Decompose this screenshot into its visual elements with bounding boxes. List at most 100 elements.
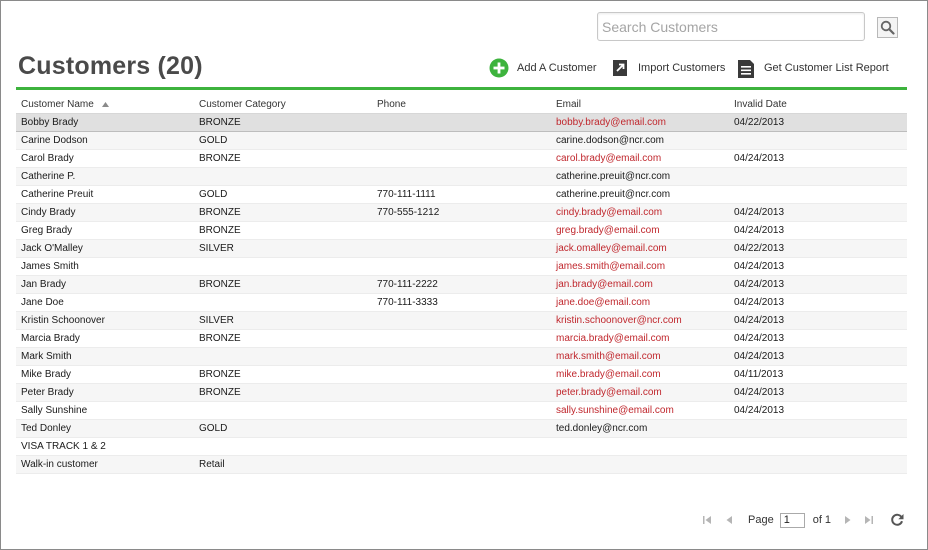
customer-name-cell: Catherine Preuit	[16, 185, 194, 204]
next-page-button[interactable]	[844, 515, 852, 525]
column-header-customer-category[interactable]: Customer Category	[194, 96, 372, 114]
email-cell: greg.brady@email.com	[551, 221, 729, 240]
customer-category-cell: GOLD	[194, 185, 372, 204]
first-page-button[interactable]	[702, 515, 712, 525]
phone-cell	[372, 167, 551, 186]
customer-category-cell: Retail	[194, 455, 372, 474]
invalid-date-cell: 04/22/2013	[729, 239, 907, 258]
invalid-date-cell: 04/24/2013	[729, 383, 907, 402]
customers-window: Customers (20) Add A Customer Import Cus…	[0, 0, 928, 550]
customer-category-cell	[194, 401, 372, 420]
phone-cell	[372, 329, 551, 348]
page-label: Page	[748, 514, 774, 526]
email-cell: marcia.brady@email.com	[551, 329, 729, 348]
customer-name-cell: VISA TRACK 1 & 2	[16, 437, 194, 456]
customer-category-cell: GOLD	[194, 419, 372, 438]
page-count-label: of 1	[812, 514, 832, 526]
customer-category-cell: BRONZE	[194, 329, 372, 348]
search-icon	[880, 20, 895, 35]
table-row[interactable]: Catherine Preuit GOLD 770-111-1111 catherin…	[16, 185, 907, 204]
page-title: Customers (20)	[18, 52, 203, 80]
table-row[interactable]: Jane Doe 770-111-3333 jane.doe@email.com 04…	[16, 293, 907, 312]
refresh-button[interactable]	[890, 513, 904, 527]
customer-name-cell: Jane Doe	[16, 293, 194, 312]
search-input[interactable]	[597, 12, 865, 41]
table-row[interactable]: Peter Brady BRONZE peter.brady@email.com 04…	[16, 383, 907, 402]
customer-category-cell: BRONZE	[194, 113, 372, 132]
email-cell: ted.donley@ncr.com	[551, 419, 729, 438]
column-header-phone[interactable]: Phone	[372, 96, 551, 114]
table-row[interactable]: Cindy Brady BRONZE 770-555-1212 cindy.brady…	[16, 203, 907, 222]
phone-cell: 770-111-3333	[372, 293, 551, 312]
invalid-date-cell: 04/24/2013	[729, 401, 907, 420]
customer-category-cell	[194, 167, 372, 186]
customer-category-cell: BRONZE	[194, 365, 372, 384]
title-divider	[16, 87, 907, 90]
customer-category-cell: BRONZE	[194, 275, 372, 294]
phone-cell	[372, 239, 551, 258]
phone-cell	[372, 383, 551, 402]
phone-cell: 770-555-1212	[372, 203, 551, 222]
invalid-date-cell: 04/24/2013	[729, 275, 907, 294]
email-cell: jan.brady@email.com	[551, 275, 729, 294]
phone-cell	[372, 149, 551, 168]
previous-page-button[interactable]	[725, 515, 733, 525]
import-customers-button[interactable]: Import Customers	[613, 57, 725, 79]
invalid-date-cell: 04/11/2013	[729, 365, 907, 384]
customer-list-report-button[interactable]: Get Customer List Report	[738, 57, 889, 79]
refresh-icon	[891, 513, 904, 526]
table-row[interactable]: James Smith james.smith@email.com 04/24/20…	[16, 257, 907, 276]
table-row[interactable]: Greg Brady BRONZE greg.brady@email.com 04/2…	[16, 221, 907, 240]
customer-name-cell: Peter Brady	[16, 383, 194, 402]
column-header-invalid-date[interactable]: Invalid Date	[729, 96, 907, 114]
customer-category-cell: SILVER	[194, 311, 372, 330]
email-cell: carol.brady@email.com	[551, 149, 729, 168]
last-page-button[interactable]	[864, 515, 874, 525]
add-customer-label: Add A Customer	[517, 62, 597, 74]
invalid-date-cell: 04/24/2013	[729, 311, 907, 330]
email-cell: catherine.preuit@ncr.com	[551, 185, 729, 204]
phone-cell	[372, 455, 551, 474]
column-header-customer-name[interactable]: Customer Name	[16, 96, 194, 114]
add-customer-button[interactable]: Add A Customer	[489, 57, 597, 79]
customers-table: Customer Name Customer Category Phone Em…	[16, 96, 907, 474]
current-page-input[interactable]	[779, 512, 805, 528]
customer-name-cell: Ted Donley	[16, 419, 194, 438]
email-cell: mark.smith@email.com	[551, 347, 729, 366]
search-button[interactable]	[877, 17, 898, 38]
table-row[interactable]: Jack O'Malley SILVER jack.omalley@email.co…	[16, 239, 907, 258]
email-cell: bobby.brady@email.com	[551, 113, 729, 132]
customer-name-cell: Marcia Brady	[16, 329, 194, 348]
table-row[interactable]: Ted Donley GOLD ted.donley@ncr.com	[16, 419, 907, 438]
column-header-email[interactable]: Email	[551, 96, 729, 114]
table-row[interactable]: Bobby Brady BRONZE bobby.brady@email.com 04…	[16, 113, 907, 132]
table-row[interactable]: VISA TRACK 1 & 2	[16, 437, 907, 456]
table-row[interactable]: Marcia Brady BRONZE marcia.brady@email.com…	[16, 329, 907, 348]
email-cell: carine.dodson@ncr.com	[551, 131, 729, 150]
customer-name-cell: James Smith	[16, 257, 194, 276]
phone-cell	[372, 437, 551, 456]
customer-name-cell: Jack O'Malley	[16, 239, 194, 258]
table-row[interactable]: Catherine P. catherine.preuit@ncr.com	[16, 167, 907, 186]
table-row[interactable]: Mike Brady BRONZE mike.brady@email.com 04/1…	[16, 365, 907, 384]
customer-name-cell: Jan Brady	[16, 275, 194, 294]
customer-name-cell: Kristin Schoonover	[16, 311, 194, 330]
first-page-icon	[703, 516, 711, 524]
invalid-date-cell	[729, 437, 907, 456]
customer-category-cell: GOLD	[194, 131, 372, 150]
table-row[interactable]: Jan Brady BRONZE 770-111-2222 jan.brady@ema…	[16, 275, 907, 294]
table-row[interactable]: Walk-in customer Retail	[16, 455, 907, 474]
email-cell: peter.brady@email.com	[551, 383, 729, 402]
previous-page-icon	[726, 516, 732, 524]
customer-category-cell	[194, 347, 372, 366]
table-row[interactable]: Carol Brady BRONZE carol.brady@email.com 04…	[16, 149, 907, 168]
invalid-date-cell	[729, 167, 907, 186]
customer-category-cell: BRONZE	[194, 203, 372, 222]
customer-name-cell: Greg Brady	[16, 221, 194, 240]
invalid-date-cell	[729, 455, 907, 474]
table-row[interactable]: Kristin Schoonover SILVER kristin.schoonov…	[16, 311, 907, 330]
customer-name-cell: Bobby Brady	[16, 113, 194, 132]
table-row[interactable]: Mark Smith mark.smith@email.com 04/24/2013	[16, 347, 907, 366]
table-row[interactable]: Sally Sunshine sally.sunshine@email.com 04…	[16, 401, 907, 420]
table-row[interactable]: Carine Dodson GOLD carine.dodson@ncr.com	[16, 131, 907, 150]
